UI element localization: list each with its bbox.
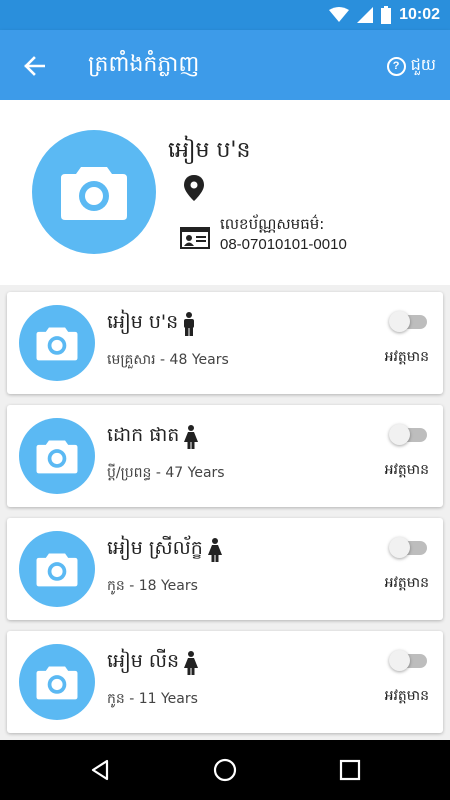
- status-icons: 10:02: [329, 4, 440, 26]
- member-name: ដោក ផាត: [107, 424, 180, 446]
- member-info: មេគ្រួសារ - 48 Years: [107, 352, 229, 368]
- member-name: អៀម ប'ន: [107, 311, 179, 333]
- camera-icon: [36, 553, 78, 587]
- member-name-row: អៀម លីន: [107, 649, 199, 677]
- female-icon: [207, 538, 222, 562]
- member-card[interactable]: អៀម លីន កូន - 11 Years អវត្តមាន: [7, 631, 443, 733]
- camera-icon: [36, 666, 78, 700]
- recents-square-icon: [339, 759, 361, 781]
- member-name-row: អៀម ប'ន: [107, 310, 196, 338]
- member-name: អៀម ស្រីល័ក្ខ: [107, 537, 203, 559]
- toggle-label: អវត្តមាន: [384, 349, 429, 365]
- page-title: ត្រពាំងកំភ្លាញ: [88, 52, 200, 77]
- member-info: កូន - 18 Years: [107, 578, 198, 594]
- id-value: 08-07010101-0010: [220, 236, 347, 253]
- absent-toggle[interactable]: [389, 649, 429, 671]
- wifi-icon: [329, 7, 350, 22]
- profile-avatar[interactable]: [32, 130, 156, 254]
- camera-icon: [36, 327, 78, 361]
- camera-icon: [36, 440, 78, 474]
- toggle-label: អវត្តមាន: [384, 575, 429, 591]
- absent-toggle[interactable]: [389, 536, 429, 558]
- nav-home-button[interactable]: [210, 755, 240, 785]
- status-time: 10:02: [399, 6, 440, 23]
- member-card[interactable]: អៀម ប'ន មេគ្រួសារ - 48 Years អវត្តមាន: [7, 292, 443, 394]
- member-avatar: [19, 531, 95, 607]
- member-name-row: អៀម ស្រីល័ក្ខ: [107, 536, 223, 564]
- back-triangle-icon: [91, 759, 109, 781]
- female-icon: [184, 425, 199, 449]
- help-icon: ?: [386, 56, 406, 76]
- male-icon: [184, 312, 195, 336]
- toggle-thumb: [389, 311, 410, 332]
- system-nav-bar: [0, 740, 450, 800]
- camera-icon: [61, 167, 127, 220]
- help-label: ជួយ: [410, 55, 436, 74]
- toggle-thumb: [389, 650, 410, 671]
- nav-recents-button[interactable]: [335, 755, 365, 785]
- app-bar: ត្រពាំងកំភ្លាញ ? ជួយ: [0, 30, 450, 100]
- battery-icon: [381, 6, 392, 24]
- member-name-row: ដោក ផាត: [107, 423, 199, 451]
- back-button[interactable]: [18, 50, 50, 82]
- absent-toggle[interactable]: [389, 310, 429, 332]
- nav-back-button[interactable]: [85, 755, 115, 785]
- member-avatar: [19, 644, 95, 720]
- id-label: លេខប័ណ្ណសមធម៌:: [220, 215, 325, 233]
- location-pin-icon[interactable]: [184, 175, 204, 205]
- profile-name: អៀម ប'ន: [168, 138, 251, 163]
- status-bar: 10:02: [0, 0, 450, 30]
- help-button[interactable]: ? ជួយ: [386, 54, 436, 78]
- arrow-back-icon: [24, 56, 45, 76]
- female-icon: [184, 651, 199, 675]
- member-name: អៀម លីន: [107, 650, 180, 672]
- toggle-label: អវត្តមាន: [384, 462, 429, 478]
- member-info: ប្ដី/ប្រពន្ធ - 47 Years: [107, 465, 225, 481]
- member-card[interactable]: ដោក ផាត ប្ដី/ប្រពន្ធ - 47 Years អវត្តមាន: [7, 405, 443, 507]
- toggle-thumb: [389, 424, 410, 445]
- signal-icon: [357, 7, 374, 23]
- home-circle-icon: [213, 758, 237, 782]
- member-avatar: [19, 418, 95, 494]
- member-info: កូន - 11 Years: [107, 691, 198, 707]
- absent-toggle[interactable]: [389, 423, 429, 445]
- toggle-thumb: [389, 537, 410, 558]
- id-card-icon: [180, 227, 210, 253]
- household-profile: អៀម ប'ន លេខប័ណ្ណសមធម៌: 08-07010101-0010: [0, 100, 450, 285]
- member-card[interactable]: អៀម ស្រីល័ក្ខ កូន - 18 Years អវត្តមាន: [7, 518, 443, 620]
- member-avatar: [19, 305, 95, 381]
- toggle-label: អវត្តមាន: [384, 688, 429, 704]
